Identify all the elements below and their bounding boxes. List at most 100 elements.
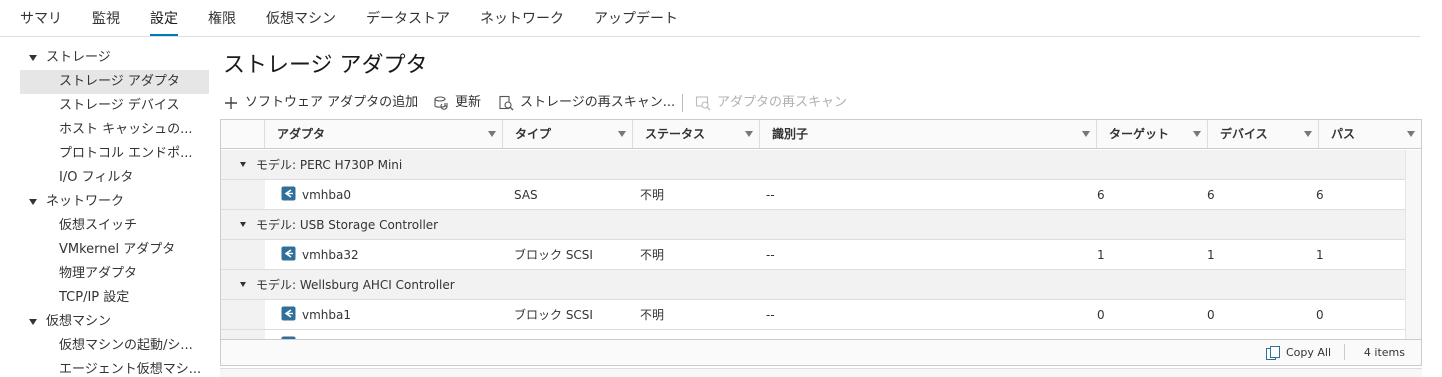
column-header-devices[interactable]: デバイス bbox=[1207, 120, 1318, 148]
column-header-label: ターゲット bbox=[1109, 127, 1170, 141]
filter-icon[interactable] bbox=[488, 131, 496, 137]
sidebar-item-host-cache[interactable]: ホスト キャッシュの... bbox=[20, 118, 209, 142]
table-row[interactable] bbox=[221, 330, 1405, 339]
refresh-label: 更新 bbox=[455, 95, 482, 110]
add-software-adapter-label: ソフトウェア アダプタの追加 bbox=[245, 95, 419, 110]
filter-icon[interactable] bbox=[1304, 131, 1312, 137]
tab-permissions[interactable]: 権限 bbox=[208, 8, 236, 36]
sidebar-item-io-filters[interactable]: I/O フィルタ bbox=[20, 166, 209, 190]
adapter-type: ブロック SCSI bbox=[514, 308, 593, 322]
sidebar-item-agent-vms[interactable]: エージェント仮想マシ... bbox=[20, 358, 209, 377]
item-count: 4 items bbox=[1363, 346, 1405, 359]
adapter-paths: 1 bbox=[1316, 248, 1324, 262]
adapter-identifier: -- bbox=[766, 188, 775, 202]
column-header-adapter[interactable]: アダプタ bbox=[264, 120, 502, 148]
filter-icon[interactable] bbox=[1407, 131, 1415, 137]
adapter-name: vmhba32 bbox=[302, 248, 359, 262]
column-header-label: パス bbox=[1331, 127, 1356, 141]
group-row[interactable]: モデル: USB Storage Controller bbox=[221, 210, 1405, 240]
adapter-devices: 1 bbox=[1207, 248, 1215, 262]
group-label: モデル: Wellsburg AHCI Controller bbox=[256, 278, 455, 292]
adapter-identifier: -- bbox=[766, 248, 775, 262]
tab-configure[interactable]: 設定 bbox=[150, 8, 178, 37]
storage-adapter-icon bbox=[281, 306, 296, 321]
collapse-group-icon[interactable] bbox=[240, 162, 246, 167]
grid-vertical-scrollbar[interactable] bbox=[1405, 150, 1421, 339]
rescan-storage-icon bbox=[499, 95, 514, 111]
adapter-status: 不明 bbox=[640, 248, 665, 262]
filter-icon[interactable] bbox=[1193, 131, 1201, 137]
refresh-icon bbox=[434, 96, 448, 110]
sidebar-section-label: ストレージ bbox=[46, 50, 111, 65]
adapter-status: 不明 bbox=[640, 188, 665, 202]
filter-icon[interactable] bbox=[745, 131, 753, 137]
sidebar-section-storage[interactable]: ストレージ bbox=[20, 46, 209, 70]
sidebar-item-label: ホスト キャッシュの... bbox=[59, 122, 193, 137]
sidebar-item-physical-adapters[interactable]: 物理アダプタ bbox=[20, 262, 209, 286]
grid-header: アダプタ タイプ ステータス 識別子 ターゲット デバイス パス bbox=[221, 120, 1421, 149]
adapter-status: 不明 bbox=[640, 308, 665, 322]
sidebar-section-virtual-machines[interactable]: 仮想マシン bbox=[20, 310, 209, 334]
sidebar-item-protocol-endpoints[interactable]: プロトコル エンドポ... bbox=[20, 142, 209, 166]
group-row[interactable]: モデル: Wellsburg AHCI Controller bbox=[221, 270, 1405, 300]
adapter-targets: 1 bbox=[1097, 248, 1105, 262]
storage-adapter-icon bbox=[281, 186, 296, 201]
sidebar-item-label: 物理アダプタ bbox=[59, 266, 138, 281]
settings-sidebar: ストレージ ストレージ アダプタ ストレージ デバイス ホスト キャッシュの..… bbox=[20, 46, 209, 377]
collapse-group-icon[interactable] bbox=[240, 222, 246, 227]
sidebar-item-label: エージェント仮想マシ... bbox=[59, 362, 202, 377]
column-header-paths[interactable]: パス bbox=[1318, 120, 1421, 148]
sidebar-item-label: TCP/IP 設定 bbox=[59, 290, 130, 305]
collapse-group-icon[interactable] bbox=[240, 282, 246, 287]
sidebar-item-tcpip-config[interactable]: TCP/IP 設定 bbox=[20, 286, 209, 310]
sidebar-item-storage-devices[interactable]: ストレージ デバイス bbox=[20, 94, 209, 118]
table-row[interactable]: vmhba1 ブロック SCSI 不明 -- 0 0 0 bbox=[221, 300, 1405, 330]
sidebar-item-storage-adapters[interactable]: ストレージ アダプタ bbox=[20, 70, 209, 94]
adapter-paths: 6 bbox=[1316, 188, 1324, 202]
filter-icon[interactable] bbox=[618, 131, 626, 137]
sidebar-item-label: 仮想スイッチ bbox=[59, 218, 138, 233]
group-label: モデル: PERC H730P Mini bbox=[256, 158, 403, 172]
storage-adapter-icon bbox=[281, 246, 296, 261]
tab-datastores[interactable]: データストア bbox=[366, 8, 450, 36]
group-row[interactable]: モデル: PERC H730P Mini bbox=[221, 150, 1405, 180]
sidebar-section-label: ネットワーク bbox=[46, 194, 125, 209]
chevron-down-icon[interactable] bbox=[29, 319, 37, 325]
row-indent bbox=[221, 180, 265, 209]
column-header-type[interactable]: タイプ bbox=[502, 120, 632, 148]
column-header-label: アダプタ bbox=[277, 127, 326, 141]
sidebar-item-label: I/O フィルタ bbox=[59, 170, 134, 185]
adapter-targets: 0 bbox=[1097, 308, 1105, 322]
sidebar-item-label: ストレージ アダプタ bbox=[59, 74, 180, 89]
column-header-targets[interactable]: ターゲット bbox=[1096, 120, 1207, 148]
sidebar-item-label: ストレージ デバイス bbox=[59, 98, 180, 113]
column-header-label: デバイス bbox=[1220, 127, 1268, 141]
table-row[interactable]: vmhba0 SAS 不明 -- 6 6 6 bbox=[221, 180, 1405, 210]
sidebar-item-vmkernel-adapters[interactable]: VMkernel アダプタ bbox=[20, 238, 209, 262]
column-header-label: 識別子 bbox=[772, 127, 809, 141]
column-header-identifier[interactable]: 識別子 bbox=[759, 120, 1096, 148]
tab-divider bbox=[0, 36, 1420, 37]
column-header-status[interactable]: ステータス bbox=[632, 120, 759, 148]
header-spacer bbox=[221, 120, 264, 148]
storage-adapters-grid: アダプタ タイプ ステータス 識別子 ターゲット デバイス パス モデル: PE… bbox=[220, 119, 1422, 366]
chevron-down-icon[interactable] bbox=[29, 55, 37, 61]
chevron-down-icon[interactable] bbox=[29, 199, 37, 205]
sidebar-item-vm-startup-shutdown[interactable]: 仮想マシンの起動/シ... bbox=[20, 334, 209, 358]
sidebar-item-label: VMkernel アダプタ bbox=[59, 242, 176, 257]
plus-icon bbox=[225, 97, 237, 109]
tab-networks[interactable]: ネットワーク bbox=[480, 8, 564, 36]
sidebar-section-networking[interactable]: ネットワーク bbox=[20, 190, 209, 214]
table-row[interactable]: vmhba32 ブロック SCSI 不明 -- 1 1 1 bbox=[221, 240, 1405, 270]
tab-vms[interactable]: 仮想マシン bbox=[266, 8, 336, 36]
sidebar-item-virtual-switches[interactable]: 仮想スイッチ bbox=[20, 214, 209, 238]
adapter-type: ブロック SCSI bbox=[514, 248, 593, 262]
row-indent bbox=[221, 240, 265, 269]
tab-updates[interactable]: アップデート bbox=[594, 8, 678, 36]
copy-icon bbox=[1266, 346, 1280, 360]
sidebar-section-label: 仮想マシン bbox=[46, 314, 112, 329]
filter-icon[interactable] bbox=[1082, 131, 1090, 137]
column-header-label: ステータス bbox=[645, 127, 706, 141]
tab-monitor[interactable]: 監視 bbox=[92, 8, 120, 36]
tab-summary[interactable]: サマリ bbox=[20, 8, 62, 36]
